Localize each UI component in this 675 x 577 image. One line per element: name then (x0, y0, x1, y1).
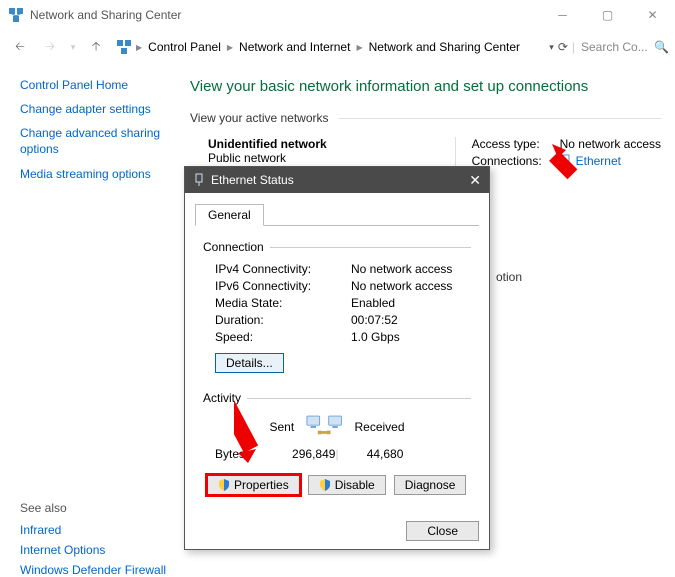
search-placeholder: Search Co... (581, 40, 648, 54)
ethernet-icon (560, 154, 572, 168)
activity-group-label: Activity (203, 391, 241, 405)
forward-button[interactable]: 🡢 (36, 33, 64, 61)
kv-key: Duration: (215, 313, 351, 327)
tab-general[interactable]: General (195, 204, 264, 226)
sidebar-link[interactable]: Change advanced sharing options (20, 126, 178, 157)
window-title: Network and Sharing Center (30, 8, 181, 22)
network-type: Public network (208, 151, 327, 165)
details-button[interactable]: Details... (215, 353, 284, 373)
sidebar-link[interactable]: Media streaming options (20, 167, 178, 181)
kv-key: Media State: (215, 296, 351, 310)
see-also-link[interactable]: Infrared (20, 523, 178, 537)
see-also-link[interactable]: Windows Defender Firewall (20, 563, 178, 577)
ethernet-icon (193, 173, 205, 187)
bytes-label: Bytes: (215, 447, 271, 461)
see-also-link[interactable]: Internet Options (20, 543, 178, 557)
window-titlebar: Network and Sharing Center ─ ▢ ✕ (0, 0, 675, 30)
kv-val: No network access (351, 262, 471, 276)
navigation-bar: 🡠 🡢 ▾ 🡡 ▶ Control Panel ▶ Network and In… (0, 30, 675, 64)
kv-key: Speed: (215, 330, 351, 344)
sidebar: Control Panel Home Change adapter settin… (0, 64, 190, 553)
access-type-value: No network access (560, 137, 661, 151)
control-panel-home-link[interactable]: Control Panel Home (20, 78, 178, 92)
sent-label: Sent (269, 420, 294, 434)
page-heading: View your basic network information and … (190, 78, 661, 95)
breadcrumb-item[interactable]: Control Panel (146, 40, 223, 54)
chevron-right-icon: ▶ (136, 43, 142, 52)
kv-key: IPv4 Connectivity: (215, 262, 351, 276)
dialog-title: Ethernet Status (211, 173, 294, 187)
partial-text: otion (496, 270, 522, 284)
kv-val: No network access (351, 279, 471, 293)
recent-dropdown[interactable]: ▾ (66, 33, 80, 61)
received-label: Received (354, 420, 404, 434)
up-button[interactable]: 🡡 (82, 33, 110, 61)
refresh-button[interactable]: ⟳ (558, 40, 568, 54)
chevron-right-icon: ▶ (227, 43, 233, 52)
close-dialog-button[interactable]: Close (406, 521, 479, 541)
maximize-button[interactable]: ▢ (585, 0, 630, 30)
network-center-icon (8, 7, 24, 23)
activity-computers-icon (306, 413, 342, 441)
active-networks-label: View your active networks (190, 111, 329, 125)
properties-button-label: Properties (234, 478, 289, 492)
kv-val: 00:07:52 (351, 313, 471, 327)
bytes-sent-value: 296,849 (271, 447, 336, 461)
breadcrumb-item[interactable]: Network and Internet (237, 40, 352, 54)
shield-icon (319, 479, 331, 491)
breadcrumb[interactable]: ▶ Control Panel ▶ Network and Internet ▶… (112, 35, 547, 59)
kv-val: 1.0 Gbps (351, 330, 471, 344)
breadcrumb-dropdown-icon[interactable]: ▾ (549, 42, 554, 53)
network-center-icon (116, 39, 132, 55)
disable-button[interactable]: Disable (308, 475, 386, 495)
search-input[interactable]: Search Co... 🔍 (579, 36, 669, 58)
shield-icon (218, 479, 230, 491)
dialog-close-button[interactable]: ✕ (469, 172, 481, 189)
connection-group-label: Connection (203, 240, 264, 254)
ethernet-status-dialog: Ethernet Status ✕ General Connection IPv… (184, 166, 490, 550)
dialog-titlebar[interactable]: Ethernet Status ✕ (185, 167, 489, 193)
diagnose-button[interactable]: Diagnose (394, 475, 467, 495)
chevron-right-icon: ▶ (356, 43, 362, 52)
access-type-label: Access type: (472, 137, 552, 151)
breadcrumb-item[interactable]: Network and Sharing Center (367, 40, 522, 54)
properties-button[interactable]: Properties (207, 475, 300, 495)
network-name: Unidentified network (208, 137, 327, 151)
sidebar-link[interactable]: Change adapter settings (20, 102, 178, 116)
back-button[interactable]: 🡠 (6, 33, 34, 61)
disable-button-label: Disable (335, 478, 375, 492)
minimize-button[interactable]: ─ (540, 0, 585, 30)
search-icon: 🔍 (654, 40, 669, 54)
see-also-heading: See also (20, 501, 178, 515)
kv-key: IPv6 Connectivity: (215, 279, 351, 293)
bytes-received-value: 44,680 (339, 447, 404, 461)
ethernet-link-label: Ethernet (576, 154, 621, 168)
kv-val: Enabled (351, 296, 471, 310)
close-button[interactable]: ✕ (630, 0, 675, 30)
ethernet-link[interactable]: Ethernet (560, 154, 621, 168)
